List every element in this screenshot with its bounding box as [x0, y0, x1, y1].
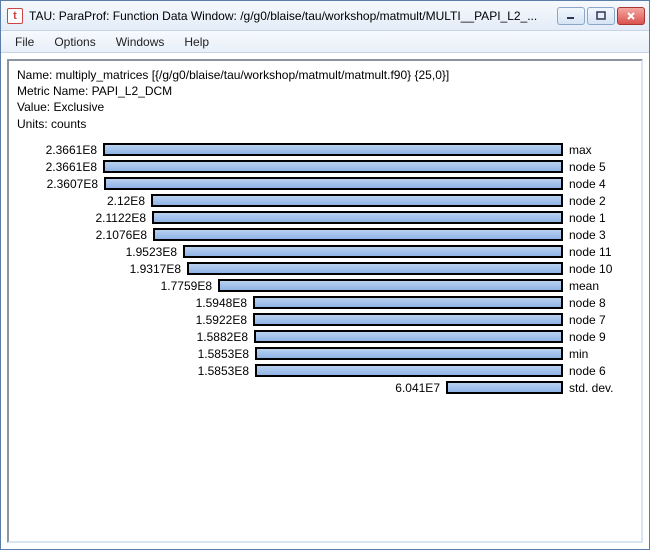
bar-row-stddev: 6.041E7 std. dev. [17, 380, 633, 396]
node-label: node 3 [563, 228, 606, 242]
bar-row: 1.5882E8 node 9 [17, 329, 633, 345]
app-icon: t [7, 8, 23, 24]
bar-row: 2.3661E8 max [17, 142, 633, 158]
maximize-button[interactable] [587, 7, 615, 25]
bar-row: 1.9317E8 node 10 [17, 261, 633, 277]
value-label: 1.5948E8 [17, 296, 253, 310]
value-label: 2.3661E8 [17, 160, 103, 174]
value-label: 1.5853E8 [17, 364, 255, 378]
node-label: node 5 [563, 160, 606, 174]
node-label: node 9 [563, 330, 606, 344]
bar[interactable] [152, 211, 563, 224]
bar[interactable] [253, 296, 563, 309]
bar-row: 1.5948E8 node 8 [17, 295, 633, 311]
bar[interactable] [255, 364, 563, 377]
bar[interactable] [151, 194, 563, 207]
node-label: node 4 [563, 177, 606, 191]
bar[interactable] [218, 279, 563, 292]
bar-row: 1.7759E8 mean [17, 278, 633, 294]
bar-area [153, 228, 563, 241]
value-label: 1.9523E8 [17, 245, 183, 259]
bar-row: 1.5853E8 min [17, 346, 633, 362]
node-label: node 8 [563, 296, 606, 310]
bar-row: 2.3661E8 node 5 [17, 159, 633, 175]
info-metric: Metric Name: PAPI_L2_DCM [17, 83, 633, 99]
bar[interactable] [187, 262, 563, 275]
menu-windows[interactable]: Windows [108, 33, 173, 51]
bar-area [446, 381, 563, 394]
info-value: Value: Exclusive [17, 99, 633, 115]
bar-area [183, 245, 563, 258]
window-title: TAU: ParaProf: Function Data Window: /g/… [29, 9, 557, 23]
node-label: mean [563, 279, 599, 293]
bar-area [104, 177, 563, 190]
bar-area [255, 364, 563, 377]
value-label: 1.5882E8 [17, 330, 254, 344]
bar-area [151, 194, 563, 207]
node-label: node 11 [563, 245, 612, 259]
bar-row: 1.5922E8 node 7 [17, 312, 633, 328]
value-label: 1.7759E8 [17, 279, 218, 293]
titlebar[interactable]: t TAU: ParaProf: Function Data Window: /… [1, 1, 649, 31]
value-label: 1.5922E8 [17, 313, 253, 327]
info-units: Units: counts [17, 116, 633, 132]
bar-row: 1.9523E8 node 11 [17, 244, 633, 260]
node-label: min [563, 347, 588, 361]
node-label: node 7 [563, 313, 606, 327]
info-block: Name: multiply_matrices [{/g/g0/blaise/t… [17, 67, 633, 132]
node-label: node 1 [563, 211, 606, 225]
bar-chart: 2.3661E8max2.3661E8node 52.3607E8node 42… [17, 142, 633, 396]
value-label: 2.3607E8 [17, 177, 104, 191]
bar-row: 2.1076E8 node 3 [17, 227, 633, 243]
bar-area [253, 296, 563, 309]
node-label: max [563, 143, 592, 157]
bar[interactable] [103, 160, 563, 173]
bar[interactable] [254, 330, 563, 343]
bar-area [103, 160, 563, 173]
menu-help[interactable]: Help [176, 33, 217, 51]
node-label: node 6 [563, 364, 606, 378]
bar-area [253, 313, 563, 326]
bar-area [187, 262, 563, 275]
value-label: 1.5853E8 [17, 347, 255, 361]
menubar: File Options Windows Help [1, 31, 649, 53]
value-label: 2.1122E8 [17, 211, 152, 225]
bar[interactable] [253, 313, 563, 326]
app-window: t TAU: ParaProf: Function Data Window: /… [0, 0, 650, 550]
menu-options[interactable]: Options [46, 33, 103, 51]
bar[interactable] [104, 177, 563, 190]
bar-row: 2.3607E8 node 4 [17, 176, 633, 192]
bar-area [255, 347, 563, 360]
minimize-button[interactable] [557, 7, 585, 25]
bar-area [218, 279, 563, 292]
value-label: 2.12E8 [17, 194, 151, 208]
menu-file[interactable]: File [7, 33, 42, 51]
bar[interactable] [153, 228, 563, 241]
value-label: 1.9317E8 [17, 262, 187, 276]
bar-area [103, 143, 563, 156]
value-label: 2.3661E8 [17, 143, 103, 157]
bar-row: 2.1122E8 node 1 [17, 210, 633, 226]
bar-row: 1.5853E8 node 6 [17, 363, 633, 379]
bar[interactable] [183, 245, 563, 258]
bar[interactable] [446, 381, 563, 394]
close-button[interactable] [617, 7, 645, 25]
bar-area [152, 211, 563, 224]
value-label: 6.041E7 [17, 381, 446, 395]
content-pane[interactable]: Name: multiply_matrices [{/g/g0/blaise/t… [7, 59, 643, 543]
node-label: std. dev. [563, 381, 613, 395]
node-label: node 10 [563, 262, 612, 276]
node-label: node 2 [563, 194, 606, 208]
value-label: 2.1076E8 [17, 228, 153, 242]
bar-row: 2.12E8 node 2 [17, 193, 633, 209]
window-buttons [557, 7, 645, 25]
info-name: Name: multiply_matrices [{/g/g0/blaise/t… [17, 67, 633, 83]
bar[interactable] [103, 143, 563, 156]
bar[interactable] [255, 347, 563, 360]
bar-area [254, 330, 563, 343]
